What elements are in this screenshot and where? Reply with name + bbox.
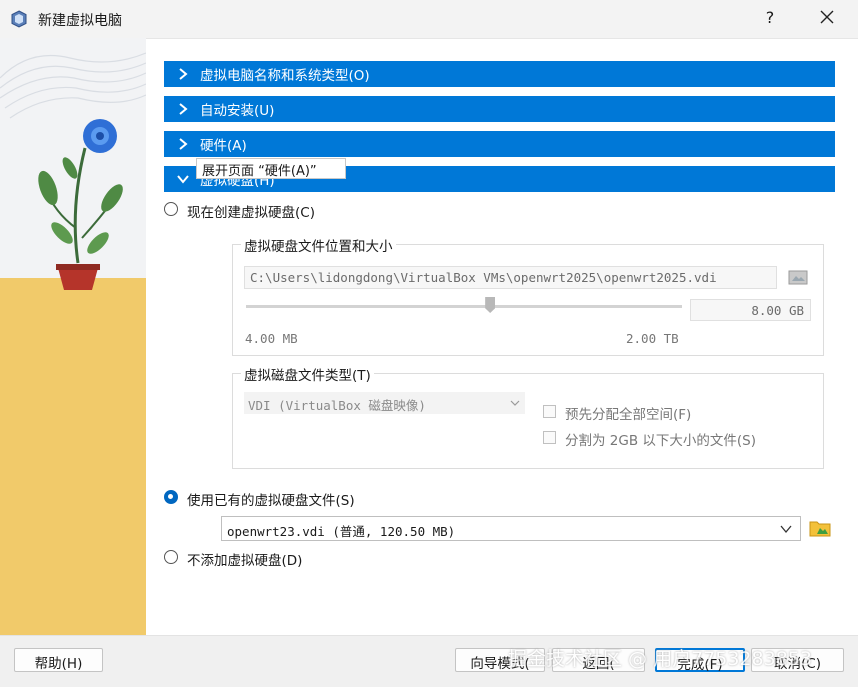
chevron-down-icon — [177, 175, 189, 184]
chevron-right-icon — [179, 138, 188, 150]
disk-type-value: VDI (VirtualBox 磁盘映像) — [248, 398, 426, 413]
location-size-title: 虚拟硬盘文件位置和大小 — [241, 235, 396, 255]
chevron-right-icon — [179, 68, 188, 80]
cancel-button[interactable]: 取消(C) — [751, 648, 844, 672]
preallocate-checkbox[interactable] — [543, 405, 556, 418]
split-checkbox[interactable] — [543, 431, 556, 444]
help-title-button[interactable]: ? — [762, 8, 778, 27]
folder-add-icon[interactable] — [809, 517, 831, 539]
section-unattended-install[interactable]: 自动安装(U) — [164, 96, 835, 122]
tooltip: 展开页面 “硬件(A)” — [196, 158, 346, 179]
flower-illustration — [0, 38, 146, 635]
folder-icon[interactable] — [787, 266, 809, 288]
section-name-os-type[interactable]: 虚拟电脑名称和系统类型(O) — [164, 61, 835, 87]
use-existing-label: 使用已有的虚拟硬盘文件(S) — [187, 493, 355, 509]
section-label: 自动安装(U) — [200, 103, 275, 119]
existing-disk-value: openwrt23.vdi (普通, 120.50 MB) — [227, 524, 456, 539]
create-disk-label: 现在创建虚拟硬盘(C) — [187, 205, 315, 221]
existing-disk-select[interactable]: openwrt23.vdi (普通, 120.50 MB) — [221, 516, 801, 541]
finish-button[interactable]: 完成(F) — [655, 648, 745, 673]
title-bar: 新建虚拟电脑 ? — [0, 0, 858, 39]
section-label: 虚拟电脑名称和系统类型(O) — [200, 68, 370, 84]
use-existing-radio[interactable] — [164, 490, 178, 504]
no-disk-label: 不添加虚拟硬盘(D) — [187, 553, 303, 569]
size-max-label: 2.00 TB — [626, 331, 679, 346]
chevron-down-icon — [780, 525, 792, 534]
disk-type-title: 虚拟磁盘文件类型(T) — [241, 364, 374, 384]
create-disk-radio[interactable] — [164, 202, 178, 216]
guided-mode-button[interactable]: 向导模式( — [455, 648, 545, 672]
close-icon[interactable] — [816, 6, 838, 28]
help-button[interactable]: 帮助(H) — [14, 648, 103, 672]
disk-path-field[interactable]: C:\Users\lidongdong\VirtualBox VMs\openw… — [244, 266, 777, 289]
virtualbox-icon — [11, 10, 27, 28]
disk-type-select[interactable]: VDI (VirtualBox 磁盘映像) — [244, 392, 525, 414]
section-hardware[interactable]: 硬件(A) — [164, 131, 835, 157]
preallocate-label: 预先分配全部空间(F) — [565, 407, 692, 423]
no-disk-radio[interactable] — [164, 550, 178, 564]
chevron-right-icon — [179, 103, 188, 115]
section-label: 硬件(A) — [200, 138, 247, 154]
disk-type-group — [232, 373, 824, 469]
split-label: 分割为 2GB 以下大小的文件(S) — [565, 433, 756, 449]
size-min-label: 4.00 MB — [245, 331, 298, 346]
size-slider-track[interactable] — [246, 305, 682, 308]
window-title: 新建虚拟电脑 — [38, 13, 122, 29]
disk-size-field[interactable]: 8.00 GB — [690, 299, 811, 321]
chevron-down-icon — [510, 400, 520, 406]
back-button[interactable]: 返回( — [552, 648, 645, 672]
